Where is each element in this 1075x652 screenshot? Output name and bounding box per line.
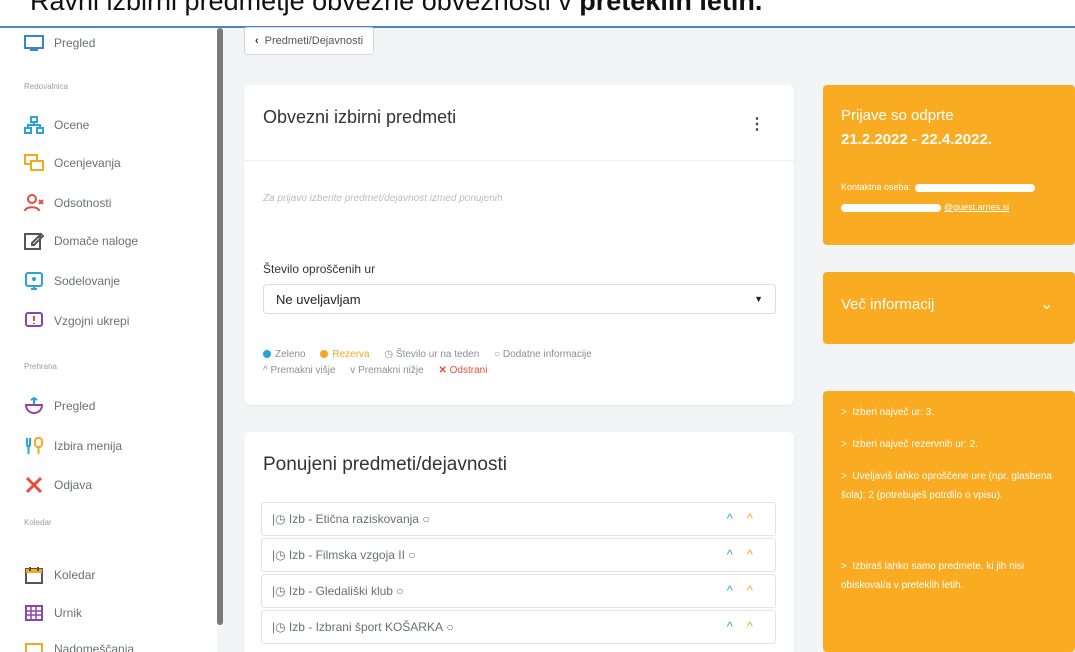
sidebar-item-sodelovanje[interactable]: Sodelovanje: [24, 268, 120, 294]
clock-icon: |◷: [272, 584, 289, 598]
top-banner: Ravni izbirni predmetje obvezne obveznos…: [0, 0, 1075, 28]
move-up-button[interactable]: ^: [727, 511, 733, 526]
card-title: Ponujeni predmeti/dejavnosti: [263, 454, 507, 475]
contact-email[interactable]: @guest.arnes.si: [841, 202, 1009, 212]
obvezni-izbirni-card: Obvezni izbirni predmeti ⋮ Za prijavo iz…: [244, 85, 794, 405]
sidebar-scrollbar[interactable]: [217, 28, 223, 625]
remove-icon: ✕: [438, 365, 450, 376]
move-up-reserve-button[interactable]: ^: [747, 511, 753, 526]
card-title: Obvezni izbirni predmeti: [263, 107, 457, 127]
chat-bubbles-icon: [24, 153, 44, 173]
sidebar-item-ocenjevanja[interactable]: Ocenjevanja: [24, 150, 121, 176]
rules-box: > Izberi največ ur: 3. > Izberi največ r…: [823, 391, 1075, 652]
move-up-reserve-button[interactable]: ^: [747, 547, 753, 562]
sidebar-item-odsotnosti[interactable]: Odsotnosti: [24, 190, 111, 216]
rule-item: > Izbiraš lahko samo predmete, ki jih ni…: [841, 561, 1025, 591]
sidebar-item-prehrana-pregled[interactable]: Pregled: [24, 393, 95, 419]
sidebar-item-ocene[interactable]: Ocene: [24, 112, 89, 138]
ponujeni-card: Ponujeni predmeti/dejavnosti |◷ Izb - Et…: [244, 432, 794, 652]
contact-person: Kontaktna oseba:: [841, 182, 1036, 192]
rule-item: > Izberi največ rezervnih ur: 2.: [841, 439, 979, 450]
chevron-down-icon: ⌄: [1040, 296, 1054, 313]
bowl-icon: [24, 396, 44, 416]
move-up-button[interactable]: ^: [727, 619, 733, 634]
legend-up: ^ Premakni višje: [263, 365, 336, 376]
chevron-left-icon: ‹: [255, 35, 259, 47]
timetable-icon: [24, 603, 44, 623]
registration-dates: 21.2.2022 - 22.4.2022.: [841, 131, 992, 148]
legend-green: Zeleno: [263, 349, 306, 360]
caret-down-icon: ▼: [754, 294, 763, 304]
section-label-redovalnica: Redovalnica: [24, 82, 69, 91]
registration-status: Prijave so odprte: [841, 107, 954, 124]
cutlery-x-icon: [24, 475, 44, 495]
section-label-koledar: Koledar: [24, 518, 52, 527]
legend-orange: Rezerva: [320, 349, 370, 360]
more-info-toggle[interactable]: Več informacij ⌄: [823, 272, 1075, 344]
list-item[interactable]: |◷ Izb - Filmska vzgoja II ○ ^ ^: [261, 538, 776, 572]
clock-icon: ◷: [384, 349, 396, 360]
legend-info: ○ Dodatne informacije: [494, 349, 592, 360]
move-up-reserve-button[interactable]: ^: [747, 583, 753, 598]
sidebar-item-domace-naloge[interactable]: Domače naloge: [24, 228, 138, 254]
user-x-icon: [24, 193, 44, 213]
section-label-prehrana: Prehrana: [24, 362, 57, 371]
clock-icon: |◷: [272, 548, 289, 562]
comment-icon[interactable]: ○: [443, 620, 453, 634]
clock-icon: |◷: [272, 620, 289, 634]
legend-remove: ✕ Odstrani: [438, 365, 488, 376]
hours-select-label: Število oproščenih ur: [263, 262, 376, 276]
legend-hours: ◷ Število ur na teden: [384, 349, 480, 360]
comment-icon[interactable]: ○: [419, 512, 429, 526]
move-up-button[interactable]: ^: [727, 547, 733, 562]
sidebar-item-pregled[interactable]: Pregled: [24, 30, 95, 56]
legend-down: v Premakni nižje: [350, 365, 424, 376]
calendar-icon: [24, 565, 44, 585]
card-header: Obvezni izbirni predmeti ⋮: [244, 85, 794, 161]
rule-item: > Uveljaviš lahko oproščene ure (npr. gl…: [841, 471, 1052, 501]
org-chart-icon: [24, 115, 44, 135]
move-up-reserve-button[interactable]: ^: [747, 619, 753, 634]
banner-text: Ravni izbirni predmetje obvezne obveznos…: [30, 0, 763, 16]
kebab-menu-icon[interactable]: ⋮: [749, 114, 765, 134]
chevron-down-icon: v: [350, 365, 359, 376]
edit-icon: [24, 231, 44, 251]
move-up-button[interactable]: ^: [727, 583, 733, 598]
sidebar-item-urnik[interactable]: Urnik: [24, 600, 82, 626]
selection-hint: Za prijavo izberite predmet/dejavnost iz…: [263, 193, 503, 204]
alert-message-icon: [24, 311, 44, 331]
monitor-icon: [24, 33, 44, 53]
list-item[interactable]: |◷ Izb - Gledališki klub ○ ^ ^: [261, 574, 776, 608]
back-button[interactable]: ‹ Predmeti/Dejavnosti: [244, 27, 375, 55]
list-item[interactable]: |◷ Izb - Etična raziskovanja ○ ^ ^: [261, 502, 776, 536]
rule-item: > Izberi največ ur: 3.: [841, 407, 935, 418]
sidebar-item-izbira-menija[interactable]: Izbira menija: [24, 433, 122, 459]
sidebar-item-nadomescanja[interactable]: Nadomeščanja: [24, 636, 134, 652]
presentation-icon: [24, 271, 44, 291]
comment-icon: ○: [494, 349, 503, 360]
menu-icon: [24, 436, 44, 456]
sidebar-item-odjava[interactable]: Odjava: [24, 472, 92, 498]
sidebar-item-vzgojni-ukrepi[interactable]: Vzgojni ukrepi: [24, 308, 129, 334]
list-item[interactable]: |◷ Izb - Izbrani šport KOŠARKA ○ ^ ^: [261, 610, 776, 644]
comment-icon[interactable]: ○: [405, 548, 415, 562]
hours-select[interactable]: Ne uveljavljam ▼: [263, 284, 776, 314]
registration-info-box: Prijave so odprte 21.2.2022 - 22.4.2022.…: [823, 85, 1075, 245]
legend: Zeleno Rezerva ◷ Število ur na teden ○ D…: [263, 347, 783, 379]
sidebar-item-koledar[interactable]: Koledar: [24, 562, 95, 588]
clock-icon: |◷: [272, 512, 289, 526]
calendar-swap-icon: [24, 639, 44, 652]
comment-icon[interactable]: ○: [393, 584, 403, 598]
